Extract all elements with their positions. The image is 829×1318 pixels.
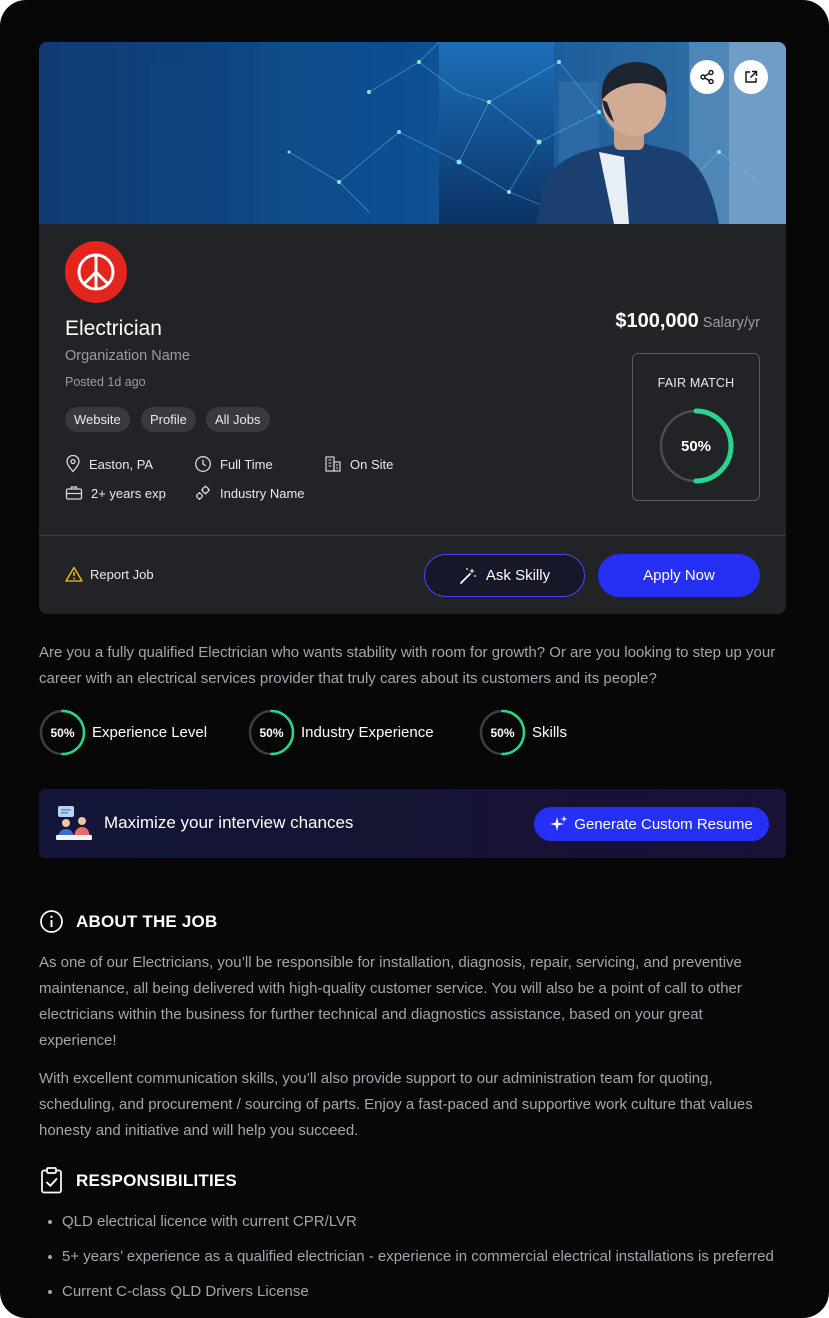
building-icon	[325, 456, 341, 472]
report-job-label: Report Job	[90, 566, 154, 582]
clipboard-check-icon	[41, 1167, 62, 1194]
posted-time: Posted 1d ago	[65, 375, 146, 389]
peace-icon	[77, 253, 115, 291]
score-industry-experience: 50% Industry Experience	[248, 709, 434, 756]
responsibilities-heading-text: RESPONSIBILITIES	[76, 1170, 237, 1190]
salary: $100,000 Salary/yr	[615, 310, 760, 333]
organization-name[interactable]: Organization Name	[65, 348, 190, 364]
experience-text: 2+ years exp	[91, 485, 166, 501]
employment-type-meta: Full Time	[194, 455, 273, 473]
location-text: Easton, PA	[89, 456, 154, 472]
score-percent: 50%	[50, 725, 75, 740]
score-experience-level: 50% Experience Level	[39, 709, 207, 756]
responsibilities-section-heading: RESPONSIBILITIES	[39, 1167, 237, 1194]
banner-image	[39, 42, 786, 224]
info-icon	[40, 910, 63, 933]
fair-match-card: FAIR MATCH 50%	[632, 353, 760, 501]
score-percent: 50%	[259, 725, 284, 740]
list-item: Current C-class QLD Drivers License	[39, 1279, 784, 1305]
match-label: FAIR MATCH	[657, 376, 735, 390]
ask-skilly-label: Ask Skilly	[485, 567, 551, 584]
workplace-text: On Site	[350, 456, 394, 472]
about-paragraph: As one of our Electricians, you’ll be re…	[39, 954, 742, 1049]
industry-text: Industry Name	[220, 485, 305, 501]
company-logo	[65, 241, 127, 303]
about-heading-text: ABOUT THE JOB	[76, 911, 218, 931]
share-icon	[700, 69, 714, 85]
location-pin-icon	[66, 455, 80, 473]
workplace-meta: On Site	[324, 455, 393, 473]
responsibilities-list: QLD electrical licence with current CPR/…	[39, 1209, 784, 1314]
card-divider	[39, 535, 786, 536]
sparkle-icon	[550, 815, 568, 831]
job-intro-text: Are you a fully qualified Electrician wh…	[39, 644, 776, 687]
score-ring: 50%	[248, 709, 295, 756]
all-jobs-link[interactable]: All Jobs	[206, 407, 270, 432]
apply-now-button[interactable]: Apply Now	[598, 554, 760, 597]
salary-unit: Salary/yr	[702, 315, 760, 331]
score-ring: 50%	[479, 709, 526, 756]
experience-meta: 2+ years exp	[65, 484, 166, 502]
open-external-button[interactable]	[734, 60, 768, 94]
website-link[interactable]: Website	[65, 407, 130, 432]
score-label: Industry Experience	[301, 724, 434, 741]
job-detail-page: Electrician Organization Name Posted 1d …	[0, 0, 829, 1318]
industry-meta: Industry Name	[194, 484, 305, 502]
generate-resume-button[interactable]: Generate Custom Resume	[534, 807, 769, 841]
job-title: Electrician	[65, 317, 162, 340]
clock-icon	[195, 456, 211, 472]
profile-link[interactable]: Profile	[141, 407, 196, 432]
gears-icon	[196, 485, 210, 500]
list-item: QLD electrical licence with current CPR/…	[39, 1209, 784, 1235]
about-section-heading: ABOUT THE JOB	[39, 909, 217, 934]
warning-icon	[65, 566, 83, 582]
resume-promo-banner: Maximize your interview chances Generate…	[39, 789, 786, 858]
promo-text: Maximize your interview chances	[104, 813, 354, 832]
share-button[interactable]	[690, 60, 724, 94]
score-percent: 50%	[490, 725, 515, 740]
interview-illustration-icon	[56, 806, 92, 840]
generate-resume-label: Generate Custom Resume	[574, 815, 753, 833]
match-percent: 50%	[680, 437, 712, 455]
score-label: Experience Level	[92, 724, 208, 741]
briefcase-icon	[65, 486, 83, 500]
employment-type-text: Full Time	[220, 456, 273, 472]
list-item: 5+ years’ experience as a qualified elec…	[39, 1244, 784, 1270]
ask-skilly-button[interactable]: Ask Skilly	[424, 554, 585, 597]
score-ring: 50%	[39, 709, 86, 756]
score-label: Skills	[532, 724, 568, 741]
score-skills: 50% Skills	[479, 709, 567, 756]
salary-amount: $100,000	[615, 310, 699, 332]
magic-wand-icon	[460, 567, 476, 584]
external-link-icon	[745, 70, 758, 83]
about-paragraph: With excellent communication skills, you…	[39, 1070, 753, 1139]
location-meta: Easton, PA	[65, 455, 153, 473]
job-header-card: Electrician Organization Name Posted 1d …	[39, 42, 786, 614]
report-job-button[interactable]: Report Job	[65, 566, 154, 582]
